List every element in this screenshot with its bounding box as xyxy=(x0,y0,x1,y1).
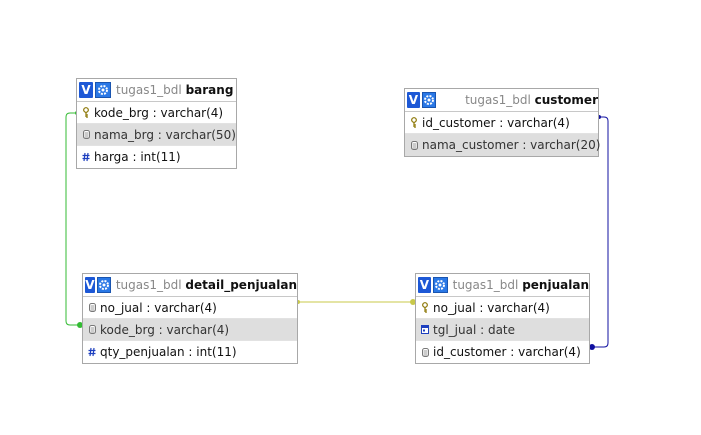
column-row[interactable]: kode_brg : varchar(4) xyxy=(83,319,297,341)
column-row[interactable]: id_customer : varchar(4) xyxy=(416,341,589,363)
key-icon xyxy=(421,302,429,314)
column-row[interactable]: qty_penjualan : int(11) xyxy=(83,341,297,363)
column-label: qty_penjualan : int(11) xyxy=(100,345,237,359)
key-icon xyxy=(82,107,90,119)
toggle-columns-button[interactable]: V xyxy=(85,277,95,293)
gear-icon[interactable] xyxy=(95,82,111,98)
database-name: tugas1_bdl xyxy=(452,278,519,292)
column-label: id_customer : varchar(4) xyxy=(433,345,581,359)
column-label: no_jual : varchar(4) xyxy=(433,300,550,315)
number-icon xyxy=(88,346,96,358)
column-icon xyxy=(421,346,429,358)
table-header[interactable]: V tugas1_bdl barang xyxy=(77,79,236,102)
database-name: tugas1_bdl xyxy=(115,278,182,292)
table-barang[interactable]: V tugas1_bdl barang kode_brg : varchar(4… xyxy=(76,78,237,169)
column-row[interactable]: kode_brg : varchar(4) xyxy=(77,102,236,124)
toggle-columns-button[interactable]: V xyxy=(407,92,420,108)
table-header[interactable]: V tugas1_bdl detail_penjualan xyxy=(83,274,297,297)
table-name: detail_penjualan xyxy=(185,278,297,292)
toggle-columns-button[interactable]: V xyxy=(79,82,93,98)
table-header[interactable]: V tugas1_bdl customer xyxy=(405,89,598,112)
column-label: tgl_jual : date xyxy=(433,322,516,337)
column-label: kode_brg : varchar(4) xyxy=(94,105,224,120)
column-label: nama_customer : varchar(20) xyxy=(422,138,601,152)
column-label: nama_brg : varchar(50) xyxy=(94,127,236,142)
column-icon xyxy=(88,324,96,336)
key-icon xyxy=(410,117,418,129)
table-penjualan[interactable]: V tugas1_bdl penjualan no_jual : varchar… xyxy=(415,273,590,364)
table-name: penjualan xyxy=(522,278,589,292)
toggle-columns-button[interactable]: V xyxy=(418,277,431,293)
column-row[interactable]: no_jual : varchar(4) xyxy=(83,297,297,319)
column-label: kode_brg : varchar(4) xyxy=(100,322,230,337)
table-header[interactable]: V tugas1_bdl penjualan xyxy=(416,274,589,297)
table-customer[interactable]: V tugas1_bdl customer id_customer : varc… xyxy=(404,88,601,157)
column-row[interactable]: tgl_jual : date xyxy=(416,319,589,341)
gear-icon[interactable] xyxy=(96,277,111,293)
column-icon xyxy=(82,129,90,141)
database-name: tugas1_bdl xyxy=(465,93,531,107)
database-name: tugas1_bdl xyxy=(116,83,182,97)
column-row[interactable]: harga : int(11) xyxy=(77,146,236,168)
column-label: id_customer : varchar(4) xyxy=(422,115,570,130)
column-icon xyxy=(88,302,96,314)
column-icon xyxy=(410,139,418,151)
gear-icon[interactable] xyxy=(421,92,437,108)
date-icon xyxy=(421,324,429,336)
column-row[interactable]: no_jual : varchar(4) xyxy=(416,297,589,319)
number-icon xyxy=(82,151,90,163)
gear-icon[interactable] xyxy=(432,277,448,293)
table-name: barang xyxy=(185,83,234,97)
column-row[interactable]: nama_customer : varchar(20) xyxy=(405,134,601,156)
table-name: customer xyxy=(534,93,598,107)
column-row[interactable]: nama_brg : varchar(50) xyxy=(77,124,236,146)
relation-lines xyxy=(65,111,609,350)
column-label: no_jual : varchar(4) xyxy=(100,300,217,315)
column-row[interactable]: id_customer : varchar(4) xyxy=(405,112,598,134)
table-detail-penjualan[interactable]: V tugas1_bdl detail_penjualan no_jual : … xyxy=(82,273,298,364)
column-label: harga : int(11) xyxy=(94,150,181,164)
